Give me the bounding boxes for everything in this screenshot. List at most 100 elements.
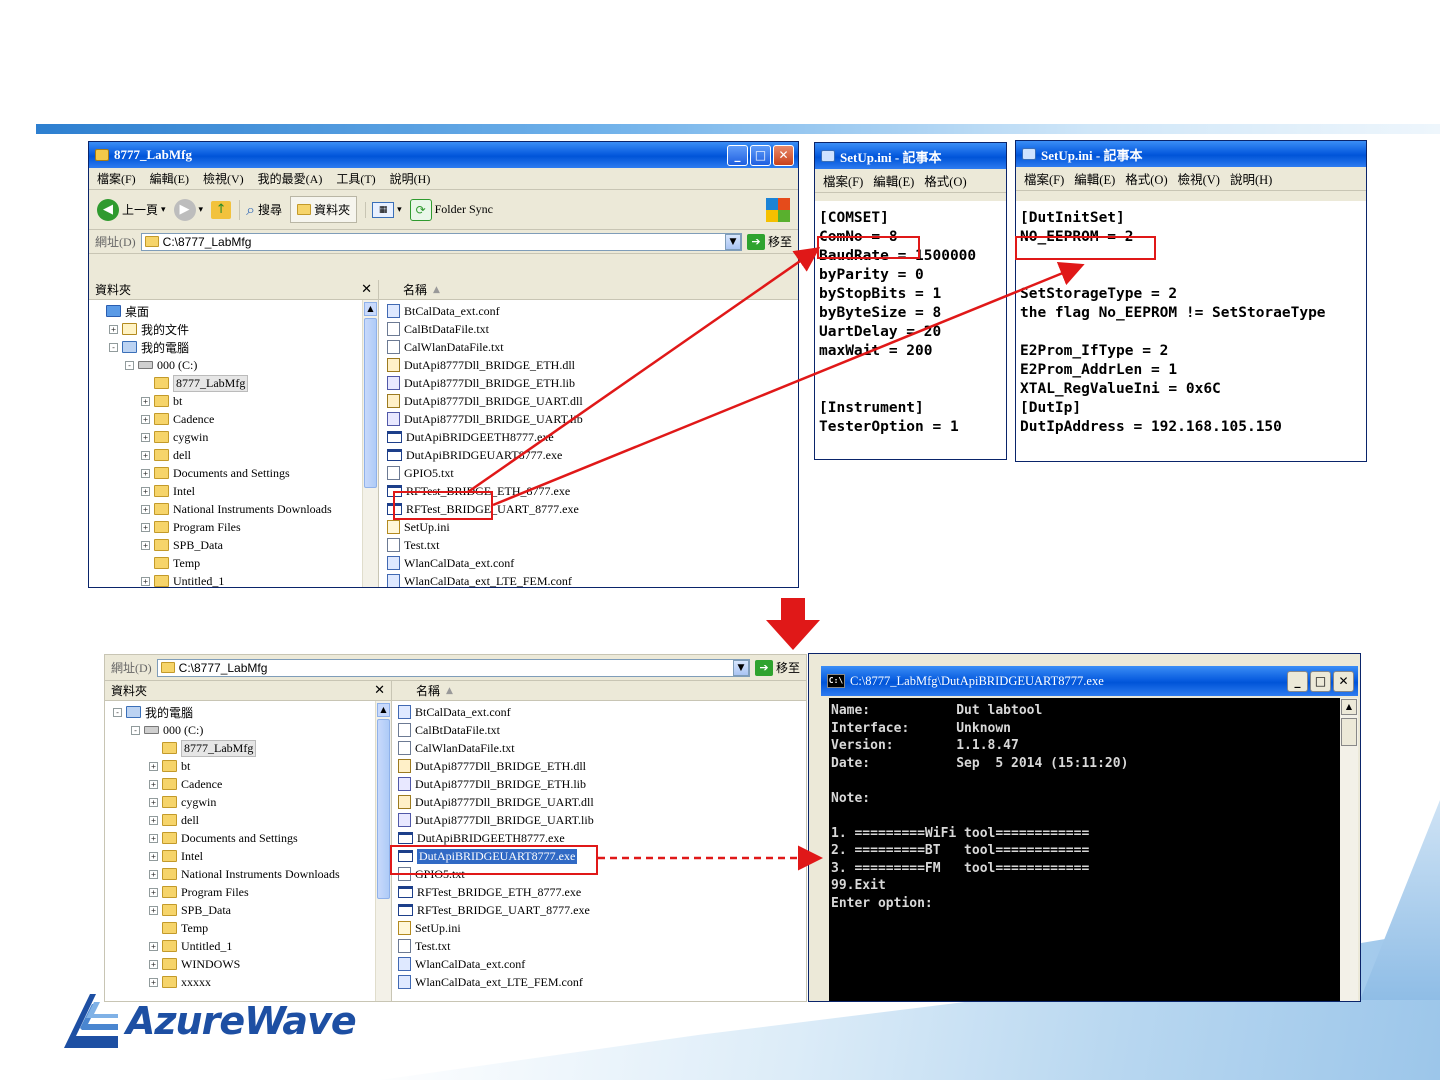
file-item[interactable]: WlanCalData_ext_LTE_FEM.conf bbox=[398, 973, 806, 991]
address-input[interactable]: C:\8777_LabMfg ▼ bbox=[156, 658, 750, 677]
tree-item[interactable]: + SPB_Data bbox=[89, 536, 378, 554]
expand-icon[interactable]: + bbox=[149, 815, 158, 825]
folder-pane-scrollbar[interactable]: ▲ bbox=[362, 300, 378, 587]
go-button[interactable]: ➔ 移至 bbox=[746, 233, 792, 250]
expand-icon[interactable]: + bbox=[141, 414, 150, 424]
expand-icon[interactable]: + bbox=[149, 761, 158, 771]
file-item[interactable]: DutApi8777Dll_BRIDGE_ETH.lib bbox=[398, 775, 806, 793]
console-scrollbar[interactable]: ▲ bbox=[1340, 698, 1358, 1001]
maximize-button[interactable]: □ bbox=[750, 144, 771, 166]
tree-item[interactable]: + Cadence bbox=[89, 410, 378, 428]
expand-icon[interactable]: + bbox=[149, 797, 158, 807]
collapse-icon[interactable]: - bbox=[131, 725, 140, 735]
tree-item[interactable]: - 000 (C:) bbox=[105, 721, 391, 739]
tree-item[interactable]: + SPB_Data bbox=[105, 901, 391, 919]
tree-item[interactable]: + Cadence bbox=[105, 775, 391, 793]
menu-item[interactable]: 我的最愛(A) bbox=[258, 170, 323, 187]
tree-item[interactable]: + WINDOWS bbox=[105, 955, 391, 973]
tree-item[interactable]: 8777_LabMfg bbox=[89, 374, 378, 392]
expand-icon[interactable]: + bbox=[149, 869, 158, 879]
tree-item[interactable]: + cygwin bbox=[89, 428, 378, 446]
file-item[interactable]: DutApi8777Dll_BRIDGE_UART.dll bbox=[387, 392, 798, 410]
expand-icon[interactable]: + bbox=[149, 833, 158, 843]
expand-icon[interactable]: + bbox=[141, 540, 150, 550]
tree-item[interactable]: + bt bbox=[89, 392, 378, 410]
tree-item[interactable]: + bt bbox=[105, 757, 391, 775]
tree-item[interactable]: + National Instruments Downloads bbox=[89, 500, 378, 518]
expand-icon[interactable]: + bbox=[109, 324, 118, 334]
expand-icon[interactable]: + bbox=[149, 851, 158, 861]
file-item[interactable]: DutApi8777Dll_BRIDGE_UART.lib bbox=[398, 811, 806, 829]
menu-item[interactable]: 編輯(E) bbox=[150, 170, 189, 187]
expand-icon[interactable]: + bbox=[149, 977, 158, 987]
tree-item[interactable]: + Untitled_1 bbox=[89, 572, 378, 587]
search-button[interactable]: ⌕ 搜尋 bbox=[239, 199, 282, 220]
menu-item[interactable]: 編輯(E) bbox=[1074, 169, 1115, 188]
file-item[interactable]: RFTest_BRIDGE_ETH_8777.exe bbox=[398, 883, 806, 901]
expand-icon[interactable]: + bbox=[141, 396, 150, 406]
tree-item[interactable]: - 我的電腦 bbox=[105, 703, 391, 721]
expand-icon[interactable]: + bbox=[149, 779, 158, 789]
file-item[interactable]: CalWlanDataFile.txt bbox=[398, 739, 806, 757]
file-item[interactable]: DutApiBRIDGEETH8777.exe bbox=[387, 428, 798, 446]
tree-item[interactable]: + Program Files bbox=[105, 883, 391, 901]
file-item[interactable]: SetUp.ini bbox=[387, 518, 798, 536]
folders-button[interactable]: 資料夾 bbox=[290, 196, 358, 223]
file-item[interactable]: DutApi8777Dll_BRIDGE_UART.lib bbox=[387, 410, 798, 428]
file-item[interactable]: DutApi8777Dll_BRIDGE_ETH.lib bbox=[387, 374, 798, 392]
tree-item[interactable]: 8777_LabMfg bbox=[105, 739, 391, 757]
file-item[interactable]: WlanCalData_ext.conf bbox=[398, 955, 806, 973]
tree-item[interactable]: + xxxxx bbox=[105, 973, 391, 991]
file-item[interactable]: CalBtDataFile.txt bbox=[387, 320, 798, 338]
console-output[interactable]: Name: Dut labtool Interface: Unknown Versi… bbox=[829, 698, 1340, 1001]
expand-icon[interactable]: + bbox=[149, 905, 158, 915]
name-column-header[interactable]: 名稱 ▲ bbox=[379, 280, 798, 300]
menu-item[interactable]: 格式(O) bbox=[924, 171, 966, 190]
views-button[interactable]: ▦ ▾ bbox=[365, 201, 402, 218]
expand-icon[interactable]: + bbox=[149, 887, 158, 897]
file-item[interactable]: BtCalData_ext.conf bbox=[398, 703, 806, 721]
close-button[interactable]: ✕ bbox=[1333, 670, 1354, 692]
menu-item[interactable]: 格式(O) bbox=[1125, 169, 1167, 188]
expand-icon[interactable]: + bbox=[141, 450, 150, 460]
maximize-button[interactable]: □ bbox=[1310, 670, 1331, 692]
expand-icon[interactable]: + bbox=[149, 941, 158, 951]
close-pane-icon[interactable]: ✕ bbox=[374, 683, 385, 698]
tree-item[interactable]: + dell bbox=[105, 811, 391, 829]
tree-item[interactable]: - 我的電腦 bbox=[89, 338, 378, 356]
file-item[interactable]: RFTest_BRIDGE_UART_8777.exe bbox=[398, 901, 806, 919]
menu-item[interactable]: 檔案(F) bbox=[1024, 169, 1064, 188]
tree-item[interactable]: + National Instruments Downloads bbox=[105, 865, 391, 883]
menu-item[interactable]: 編輯(E) bbox=[873, 171, 914, 190]
expand-icon[interactable]: + bbox=[141, 432, 150, 442]
up-folder-button[interactable]: ↑ bbox=[211, 200, 232, 219]
tree-item[interactable]: + Intel bbox=[105, 847, 391, 865]
expand-icon[interactable]: + bbox=[141, 486, 150, 496]
name-column-header[interactable]: 名稱 ▲ bbox=[392, 681, 806, 701]
tree-item[interactable]: Temp bbox=[105, 919, 391, 937]
file-item[interactable]: GPIO5.txt bbox=[387, 464, 798, 482]
menu-item[interactable]: 說明(H) bbox=[390, 170, 431, 187]
menu-item[interactable]: 工具(T) bbox=[336, 170, 375, 187]
collapse-icon[interactable]: - bbox=[109, 342, 118, 352]
file-item[interactable]: DutApi8777Dll_BRIDGE_ETH.dll bbox=[387, 356, 798, 374]
tree-item[interactable]: + Documents and Settings bbox=[89, 464, 378, 482]
file-item[interactable]: Test.txt bbox=[398, 937, 806, 955]
explorer-titlebar[interactable]: 8777_LabMfg _ □ ✕ bbox=[89, 142, 798, 168]
tree-item[interactable]: + Documents and Settings bbox=[105, 829, 391, 847]
minimize-button[interactable]: _ bbox=[727, 144, 748, 166]
menu-item[interactable]: 檔案(F) bbox=[97, 170, 136, 187]
tree-item[interactable]: + dell bbox=[89, 446, 378, 464]
file-item[interactable]: DutApiBRIDGEUART8777.exe bbox=[387, 446, 798, 464]
address-dropdown-button[interactable]: ▼ bbox=[724, 233, 741, 250]
tree-item[interactable]: + Program Files bbox=[89, 518, 378, 536]
expand-icon[interactable]: + bbox=[149, 959, 158, 969]
forward-button[interactable]: ▶ ▾ bbox=[173, 198, 203, 221]
tree-item[interactable]: + Untitled_1 bbox=[105, 937, 391, 955]
menu-item[interactable]: 說明(H) bbox=[1230, 169, 1272, 188]
file-item[interactable]: CalWlanDataFile.txt bbox=[387, 338, 798, 356]
menu-item[interactable]: 檢視(V) bbox=[1178, 169, 1220, 188]
minimize-button[interactable]: _ bbox=[1287, 670, 1308, 692]
expand-icon[interactable]: + bbox=[141, 504, 150, 514]
close-pane-icon[interactable]: ✕ bbox=[361, 282, 372, 297]
